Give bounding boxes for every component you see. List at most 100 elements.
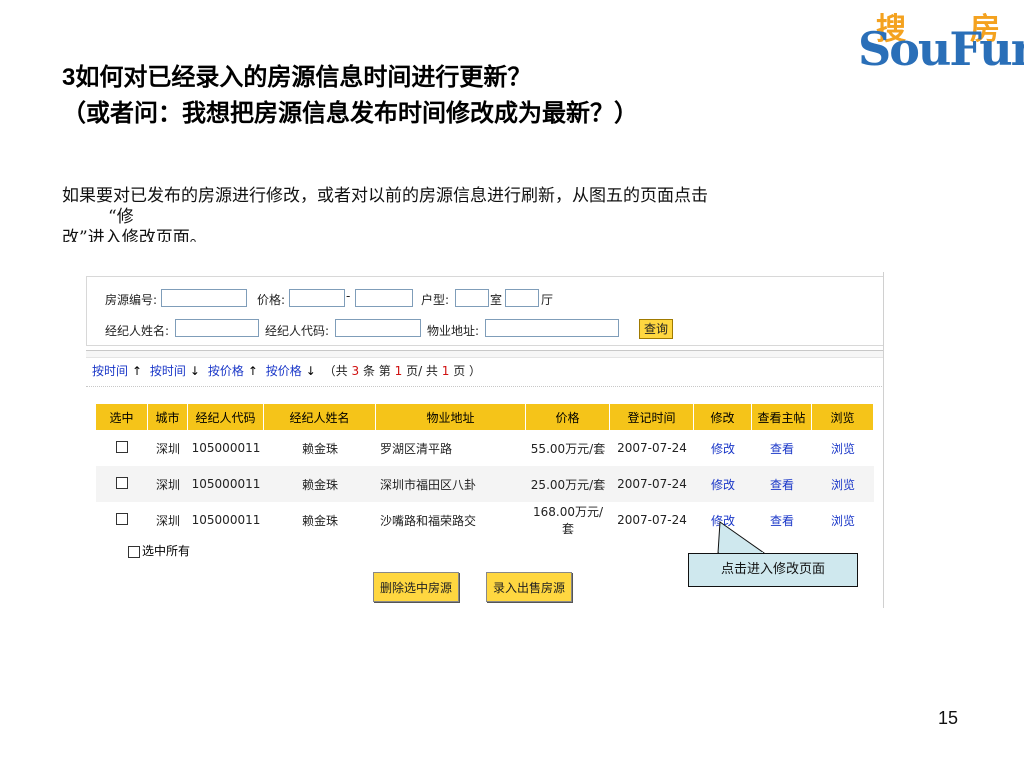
hall-label: 厅 xyxy=(541,293,554,307)
total-pages: 1 xyxy=(441,364,450,378)
sort-price-desc-link[interactable]: 按价格 xyxy=(266,364,302,378)
edit-cell: 修改 xyxy=(694,502,752,538)
browse-link[interactable]: 浏览 xyxy=(831,478,855,492)
edit-link[interactable]: 修改 xyxy=(711,478,735,492)
price-cell: 55.00万元/套 xyxy=(526,430,610,466)
price-min-input[interactable] xyxy=(289,289,345,307)
agent-name-cell: 赖金珠 xyxy=(264,430,376,466)
browse-cell: 浏览 xyxy=(812,502,874,538)
up-arrow-icon: ↑ xyxy=(132,364,143,378)
browse-link[interactable]: 浏览 xyxy=(831,514,855,528)
address-label: 物业地址: xyxy=(427,324,480,338)
title-number: 3 xyxy=(62,64,76,91)
sort-bar: 按时间 ↑ 按时间 ↓ 按价格 ↑ 按价格 ↓ （共 3 条 第 1 页/ 共 1 页 … xyxy=(92,362,481,379)
agent-code-cell: 105000011 xyxy=(188,502,264,538)
select-all-checkbox[interactable] xyxy=(128,545,140,558)
house-no-label: 房源编号: xyxy=(105,293,158,307)
slide-title: 3如何对已经录入的房源信息时间进行更新？ xyxy=(62,60,531,95)
table-header-row: 选中 城市 经纪人代码 经纪人姓名 物业地址 价格 登记时间 修改 查看主帖 浏… xyxy=(96,404,874,430)
price-max-input[interactable] xyxy=(355,289,413,307)
date-cell: 2007-07-24 xyxy=(610,466,694,502)
address-cell: 沙嘴路和福荣路交 xyxy=(376,502,526,538)
address-cell: 深圳市福田区八卦 xyxy=(376,466,526,502)
hall-input[interactable] xyxy=(505,289,539,307)
agent-code-cell: 105000011 xyxy=(188,430,264,466)
agent-name-input[interactable] xyxy=(175,319,259,337)
col-city-header: 城市 xyxy=(148,404,188,430)
select-all[interactable]: 选中所有 xyxy=(128,542,190,559)
agent-code-input[interactable] xyxy=(335,319,421,337)
select-all-label: 选中所有 xyxy=(142,544,191,558)
row-checkbox[interactable] xyxy=(116,476,128,489)
delete-selected-button[interactable]: 删除选中房源 xyxy=(373,572,460,602)
up-arrow-icon: ↑ xyxy=(247,364,258,378)
view-link[interactable]: 查看 xyxy=(770,478,794,492)
table-row: 深圳 105000011 赖金珠 沙嘴路和福荣路交 168.00万元/套 200… xyxy=(96,502,874,538)
price-label: 价格: xyxy=(257,293,286,307)
date-cell: 2007-07-24 xyxy=(610,430,694,466)
browse-cell: 浏览 xyxy=(812,430,874,466)
callout-box: 点击进入修改页面 xyxy=(688,553,858,587)
col-date-header: 登记时间 xyxy=(610,404,694,430)
date-cell: 2007-07-24 xyxy=(610,502,694,538)
summary-open: （共 xyxy=(323,364,348,378)
price-cell: 25.00万元/套 xyxy=(526,466,610,502)
col-price-header: 价格 xyxy=(526,404,610,430)
col-agent-code-header: 经纪人代码 xyxy=(188,404,264,430)
view-cell: 查看 xyxy=(752,502,812,538)
down-arrow-icon: ↓ xyxy=(305,364,316,378)
section-divider xyxy=(86,350,884,358)
view-link[interactable]: 查看 xyxy=(770,514,794,528)
row-checkbox[interactable] xyxy=(116,512,128,525)
sort-time-asc-link[interactable]: 按时间 xyxy=(92,364,128,378)
col-edit-header: 修改 xyxy=(694,404,752,430)
price-cell: 168.00万元/套 xyxy=(526,502,610,538)
col-agent-name-header: 经纪人姓名 xyxy=(264,404,376,430)
row-select-cell xyxy=(96,502,148,538)
agent-code-label: 经纪人代码: xyxy=(265,324,330,338)
col-select-header: 选中 xyxy=(96,404,148,430)
view-link[interactable]: 查看 xyxy=(770,442,794,456)
panel-right-border xyxy=(883,272,884,608)
price-dash: - xyxy=(346,289,351,303)
dotted-divider xyxy=(86,386,884,387)
paragraph-line1: 如果要对已发布的房源进行修改，或者对以前的房源信息进行刷新，从图五的页面点击 xyxy=(62,186,708,206)
row-checkbox[interactable] xyxy=(116,440,128,453)
down-arrow-icon: ↓ xyxy=(189,364,200,378)
city-cell: 深圳 xyxy=(148,430,188,466)
row-select-cell xyxy=(96,430,148,466)
row-select-cell xyxy=(96,466,148,502)
room-input[interactable] xyxy=(455,289,489,307)
agent-name-cell: 赖金珠 xyxy=(264,502,376,538)
city-cell: 深圳 xyxy=(148,502,188,538)
browse-link[interactable]: 浏览 xyxy=(831,442,855,456)
agent-name-label: 经纪人姓名: xyxy=(105,324,170,338)
edit-cell: 修改 xyxy=(694,466,752,502)
view-cell: 查看 xyxy=(752,466,812,502)
agent-code-cell: 105000011 xyxy=(188,466,264,502)
page-number: 15 xyxy=(938,708,959,728)
browse-cell: 浏览 xyxy=(812,466,874,502)
title-line1: 如何对已经录入的房源信息时间进行更新？ xyxy=(75,63,532,91)
total-count: 3 xyxy=(351,364,360,378)
table-row: 深圳 105000011 赖金珠 罗湖区清平路 55.00万元/套 2007-0… xyxy=(96,430,874,466)
add-listing-button[interactable]: 录入出售房源 xyxy=(486,572,573,602)
query-button[interactable]: 查询 xyxy=(639,319,673,339)
view-cell: 查看 xyxy=(752,430,812,466)
layout-label: 户型: xyxy=(421,293,450,307)
table-row: 深圳 105000011 赖金珠 深圳市福田区八卦 25.00万元/套 2007… xyxy=(96,466,874,502)
edit-link[interactable]: 修改 xyxy=(711,514,735,528)
col-view-header: 查看主帖 xyxy=(752,404,812,430)
edit-link[interactable]: 修改 xyxy=(711,442,735,456)
paragraph-line3: 改”进入修改页面。 xyxy=(62,228,207,242)
agent-name-cell: 赖金珠 xyxy=(264,466,376,502)
room-label: 室 xyxy=(490,293,503,307)
sort-time-desc-link[interactable]: 按时间 xyxy=(150,364,186,378)
paragraph-line2: “修 xyxy=(108,207,134,227)
listing-table: 选中 城市 经纪人代码 经纪人姓名 物业地址 价格 登记时间 修改 查看主帖 浏… xyxy=(96,404,874,538)
page-separator: 页/ 共 xyxy=(406,364,438,378)
col-address-header: 物业地址 xyxy=(376,404,526,430)
house-no-input[interactable] xyxy=(161,289,247,307)
sort-price-asc-link[interactable]: 按价格 xyxy=(208,364,244,378)
address-input[interactable] xyxy=(485,319,619,337)
